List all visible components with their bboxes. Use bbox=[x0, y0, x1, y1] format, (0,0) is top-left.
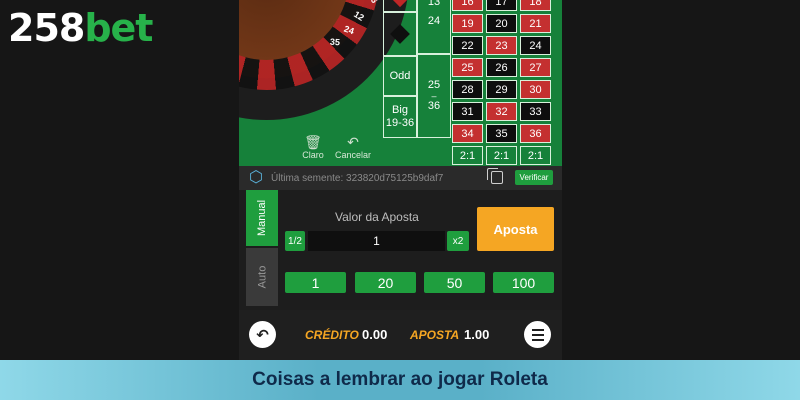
third-dozen-bet[interactable]: 25 – 36 bbox=[417, 54, 451, 138]
dozen3-end: 36 bbox=[427, 100, 441, 112]
dozen3-dash: – bbox=[431, 91, 437, 101]
red-bet[interactable] bbox=[383, 0, 417, 12]
trash-icon: 🗑 bbox=[304, 134, 322, 150]
double-stake-button[interactable]: x2 bbox=[447, 231, 469, 251]
number-cell[interactable]: 27 bbox=[520, 58, 551, 77]
grid-row: 22 23 24 bbox=[452, 36, 555, 56]
number-cell[interactable]: 16 bbox=[452, 0, 483, 11]
odd-label: Odd bbox=[389, 69, 411, 82]
dozen2-end: 24 bbox=[427, 15, 441, 27]
grid-row: 28 29 30 bbox=[452, 80, 555, 100]
big-label: Big bbox=[392, 104, 408, 116]
column-bet-cell[interactable]: 2:1 bbox=[520, 146, 551, 165]
back-arrow-icon: ↶ bbox=[256, 326, 269, 344]
chip-button[interactable]: 20 bbox=[355, 272, 416, 293]
grid-row: 25 26 27 bbox=[452, 58, 555, 78]
cancel-label: Cancelar bbox=[334, 150, 372, 160]
second-dozen-bet[interactable]: 13 24 bbox=[417, 0, 451, 54]
number-cell[interactable]: 33 bbox=[520, 102, 551, 121]
back-button[interactable]: ↶ bbox=[249, 321, 276, 348]
grid-row: 31 32 33 bbox=[452, 102, 555, 122]
verify-button[interactable]: Verificar bbox=[515, 170, 553, 185]
number-cell[interactable]: 35 bbox=[486, 124, 517, 143]
caption-banner: Coisas a lembrar ao jogar Roleta bbox=[0, 360, 800, 400]
tab-auto-label: Auto bbox=[255, 265, 268, 289]
number-cell[interactable]: 19 bbox=[452, 14, 483, 33]
menu-icon-line bbox=[531, 333, 544, 336]
number-cell[interactable]: 21 bbox=[520, 14, 551, 33]
clear-bets-button[interactable]: 🗑 Claro bbox=[291, 134, 335, 160]
copy-icon[interactable] bbox=[487, 168, 503, 184]
credit-value: 0.00 bbox=[362, 327, 388, 342]
number-cell[interactable]: 28 bbox=[452, 80, 483, 99]
stake-input[interactable]: 1 bbox=[308, 231, 445, 251]
halve-stake-button[interactable]: 1/2 bbox=[285, 231, 305, 251]
menu-icon-line bbox=[531, 328, 544, 331]
tab-manual-label: Manual bbox=[256, 199, 269, 237]
big-range-label: 19-36 bbox=[385, 117, 415, 129]
tab-manual[interactable]: Manual bbox=[246, 190, 278, 246]
game-screen: 363212243501529253 🗑 Claro ↶ Cancelar Od… bbox=[239, 0, 562, 360]
screenshot: 258bet 363212243501529253 🗑 Claro ↶ Canc… bbox=[0, 0, 800, 400]
grid-row: 16 17 18 bbox=[452, 0, 555, 12]
number-cell[interactable]: 24 bbox=[520, 36, 551, 55]
number-cell[interactable]: 25 bbox=[452, 58, 483, 77]
grid-row: 2:1 2:1 2:1 bbox=[452, 146, 555, 166]
chip-button[interactable]: 1 bbox=[285, 272, 346, 293]
red-diamond-icon bbox=[392, 0, 408, 8]
column-bet-cell[interactable]: 2:1 bbox=[452, 146, 483, 165]
brand-logo-word: bet bbox=[84, 6, 153, 50]
black-diamond-icon bbox=[390, 24, 410, 44]
menu-button[interactable] bbox=[524, 321, 551, 348]
number-cell[interactable]: 32 bbox=[486, 102, 517, 121]
number-cell[interactable]: 29 bbox=[486, 80, 517, 99]
column-bet-cell[interactable]: 2:1 bbox=[486, 146, 517, 165]
brand-logo: 258bet bbox=[8, 6, 153, 50]
bet-panel: Manual Auto Valor da Aposta 1/2 1 x2 Apo… bbox=[239, 190, 562, 310]
number-cell[interactable]: 30 bbox=[520, 80, 551, 99]
number-cell[interactable]: 22 bbox=[452, 36, 483, 55]
number-grid: 16 17 18 19 20 21 22 23 24 25 26 27 28 29 30 31 32 33 34 35… bbox=[452, 0, 555, 166]
bottom-bar: ↶ CRÉDITO 0.00 APOSTA 1.00 bbox=[239, 310, 562, 360]
provably-fair-icon: ⬡ bbox=[249, 169, 263, 186]
bet-amount-label: APOSTA bbox=[410, 328, 460, 342]
credit-label: CRÉDITO bbox=[305, 328, 359, 342]
number-cell[interactable]: 36 bbox=[520, 124, 551, 143]
undo-arrow-icon: ↶ bbox=[347, 134, 359, 150]
clear-label: Claro bbox=[302, 150, 324, 160]
number-cell[interactable]: 17 bbox=[486, 0, 517, 11]
number-cell[interactable]: 26 bbox=[486, 58, 517, 77]
roulette-table: 363212243501529253 🗑 Claro ↶ Cancelar Od… bbox=[239, 0, 562, 166]
number-cell[interactable]: 18 bbox=[520, 0, 551, 11]
wheel-number: 24 bbox=[342, 23, 356, 37]
stake-label: Valor da Aposta bbox=[335, 210, 419, 224]
big-bet[interactable]: Big 19-36 bbox=[383, 96, 417, 138]
number-cell[interactable]: 34 bbox=[452, 124, 483, 143]
chip-button[interactable]: 100 bbox=[493, 272, 554, 293]
grid-row: 19 20 21 bbox=[452, 14, 555, 34]
cancel-bet-button[interactable]: ↶ Cancelar bbox=[331, 134, 375, 160]
seed-bar: ⬡ Última semente: 323820d75125b9daf7 Ver… bbox=[239, 166, 562, 190]
menu-icon-line bbox=[531, 338, 544, 341]
chip-button[interactable]: 50 bbox=[424, 272, 485, 293]
tab-auto[interactable]: Auto bbox=[246, 248, 278, 306]
number-cell[interactable]: 20 bbox=[486, 14, 517, 33]
grid-row: 34 35 36 bbox=[452, 124, 555, 144]
number-cell[interactable]: 31 bbox=[452, 102, 483, 121]
black-bet[interactable] bbox=[383, 12, 417, 56]
odd-bet[interactable]: Odd bbox=[383, 56, 417, 96]
bet-amount-value: 1.00 bbox=[464, 327, 490, 342]
wheel-number: 35 bbox=[329, 36, 341, 48]
dozen2-start: 13 bbox=[427, 0, 441, 8]
brand-logo-number: 258 bbox=[8, 6, 85, 50]
place-bet-button[interactable]: Aposta bbox=[477, 207, 554, 251]
wheel-number: 36 bbox=[366, 0, 380, 5]
wheel-number: 12 bbox=[352, 9, 366, 23]
last-seed-text: Última semente: 323820d75125b9daf7 bbox=[271, 172, 444, 184]
number-cell[interactable]: 23 bbox=[486, 36, 517, 55]
